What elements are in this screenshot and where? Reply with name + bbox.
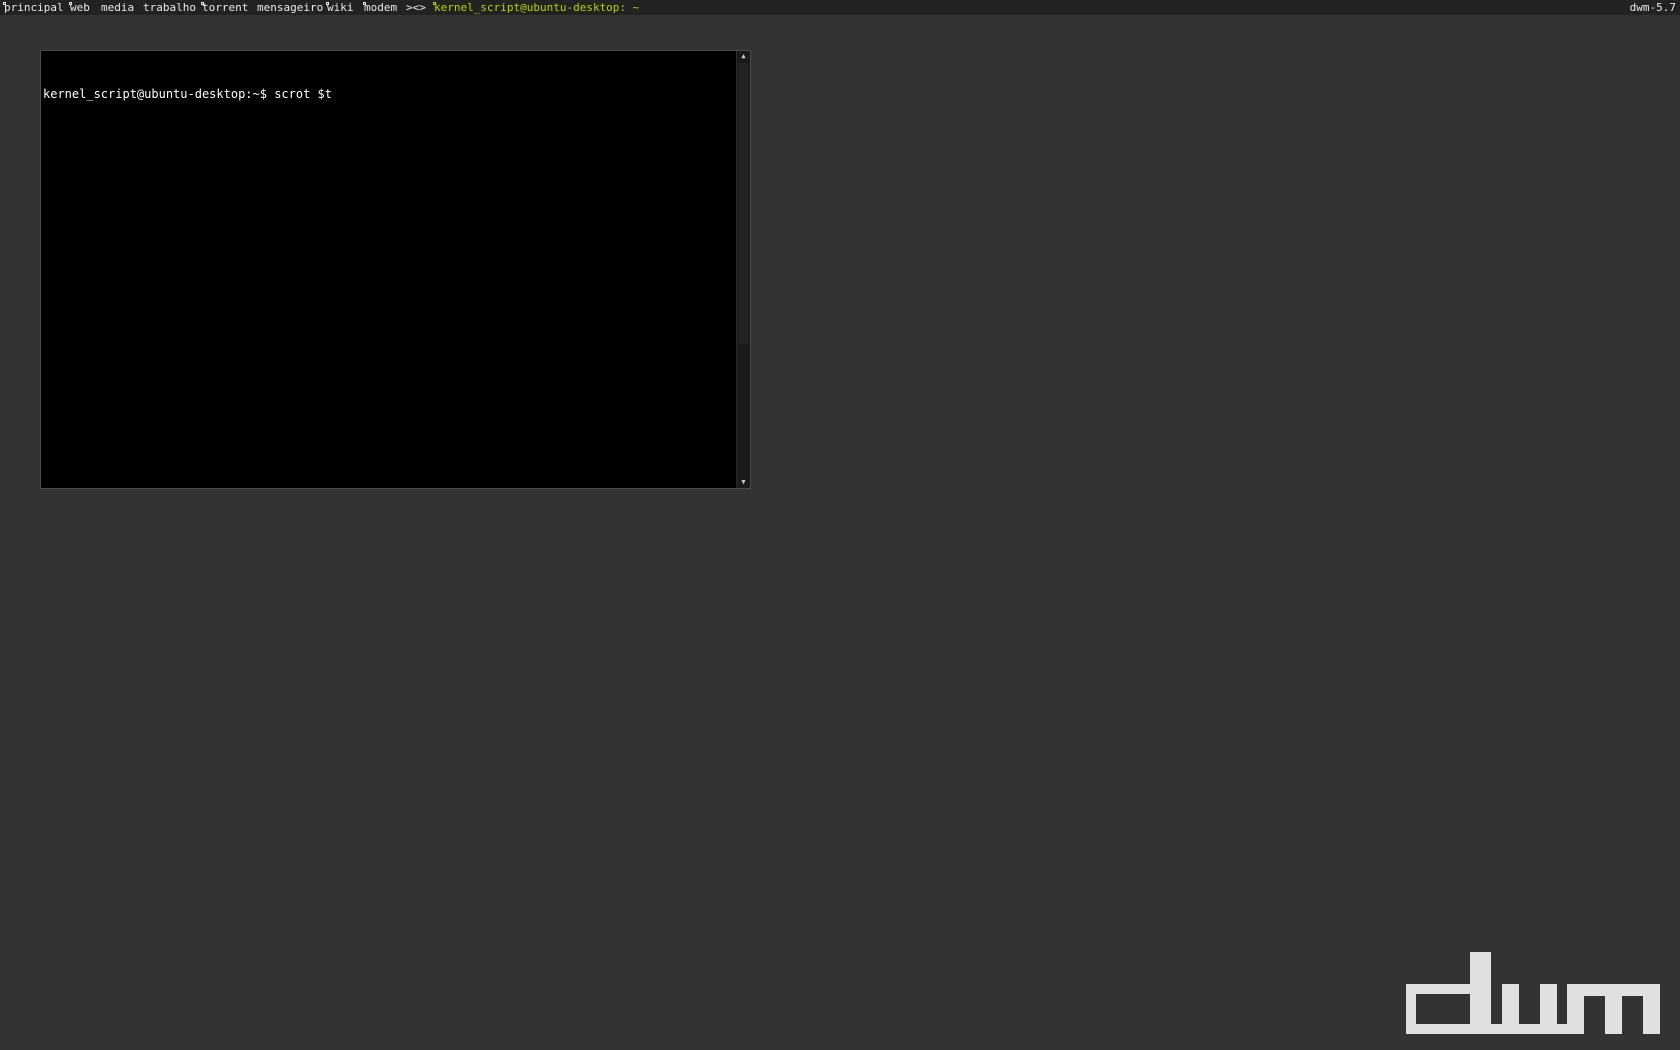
tag-mensageiro[interactable]: mensageiro [257, 0, 323, 15]
scroll-up-arrow-icon[interactable]: ▲ [737, 51, 750, 62]
tag-wiki[interactable]: wiki [326, 0, 354, 15]
status-text: dwm-5.7 [1629, 1, 1676, 14]
status-bar: principal web media trabalho torrent men… [0, 0, 1680, 15]
terminal-scrollbar[interactable]: ▲ ▼ [736, 51, 750, 488]
tag-modem[interactable]: modem [363, 0, 398, 15]
tag-torrent[interactable]: torrent [201, 0, 249, 15]
tag-label: modem [364, 1, 398, 14]
layout-symbol[interactable]: ><> [406, 0, 426, 15]
terminal-output[interactable]: kernel_script@ubuntu-desktop:~$ scrot $t [42, 52, 735, 487]
tag-label: torrent [202, 1, 249, 14]
tag-occupied-indicator-icon [69, 2, 72, 5]
tag-label: principal [4, 1, 64, 14]
scroll-down-arrow-icon[interactable]: ▼ [737, 477, 750, 488]
tag-web[interactable]: web [69, 0, 90, 15]
terminal-line: kernel_script@ubuntu-desktop:~$ scrot $t [43, 87, 332, 101]
tag-label: trabalho [143, 1, 196, 14]
scrollbar-thumb[interactable] [738, 63, 749, 344]
tag-label: wiki [327, 1, 354, 14]
tag-occupied-indicator-icon [363, 2, 366, 5]
dwm-logo-icon [1406, 952, 1660, 1034]
terminal-window[interactable]: kernel_script@ubuntu-desktop:~$ scrot $t… [40, 50, 751, 489]
window-title: kernel_script@ubuntu-desktop: ~ [433, 0, 640, 15]
tag-occupied-indicator-icon [326, 2, 329, 5]
tag-occupied-indicator-icon [3, 2, 6, 5]
tag-trabalho[interactable]: trabalho [143, 0, 196, 15]
window-floating-indicator-icon [433, 2, 436, 5]
tag-principal[interactable]: principal [3, 0, 64, 15]
tag-media[interactable]: media [101, 0, 134, 15]
tag-label: web [70, 1, 90, 14]
tag-label: mensageiro [257, 1, 324, 14]
tag-occupied-indicator-icon [201, 2, 204, 5]
window-title-text: kernel_script@ubuntu-desktop: ~ [434, 1, 640, 14]
tag-label: media [101, 1, 135, 14]
